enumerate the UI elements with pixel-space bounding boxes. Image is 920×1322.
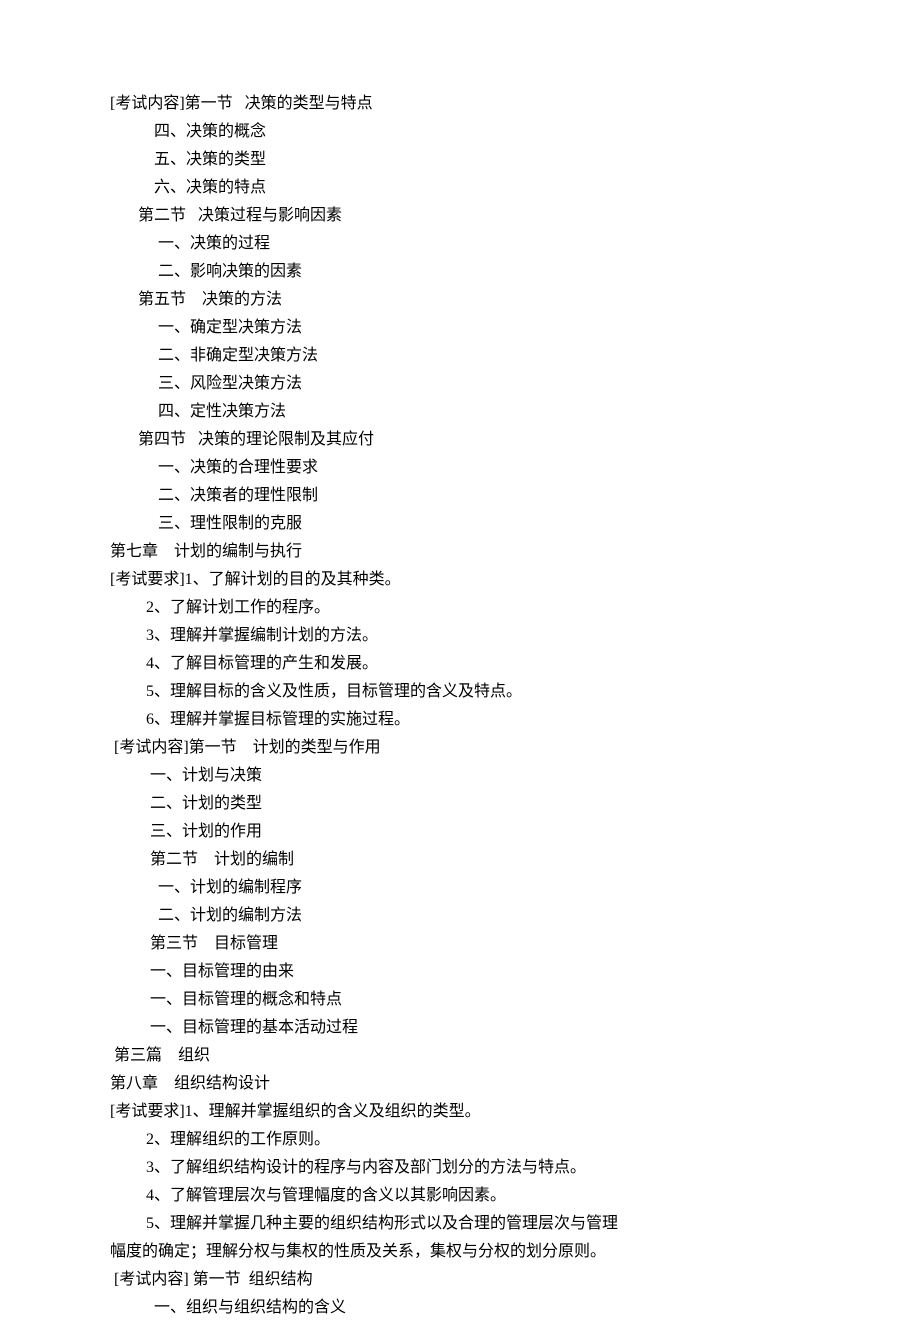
text-line: 5、理解目标的含义及性质，目标管理的含义及特点。: [110, 678, 810, 706]
text-line: [考试内容]第一节 决策的类型与特点: [110, 90, 810, 118]
text-line: 五、决策的类型: [110, 146, 810, 174]
text-line: 四、决策的概念: [110, 118, 810, 146]
text-line: 一、确定型决策方法: [110, 314, 810, 342]
text-line: 4、了解目标管理的产生和发展。: [110, 650, 810, 678]
text-line: 一、组织与组织结构的含义: [110, 1294, 810, 1322]
text-line: 一、目标管理的基本活动过程: [110, 1014, 810, 1042]
text-line: 一、计划的编制程序: [110, 874, 810, 902]
text-line: 第四节 决策的理论限制及其应付: [110, 426, 810, 454]
text-line: 第七章 计划的编制与执行: [110, 538, 810, 566]
document-page: [考试内容]第一节 决策的类型与特点 四、决策的概念 五、决策的类型 六、决策的…: [0, 0, 920, 1322]
text-line: 二、影响决策的因素: [110, 258, 810, 286]
text-line: 四、定性决策方法: [110, 398, 810, 426]
text-line: 第三篇 组织: [110, 1042, 810, 1070]
text-line: 第二节 计划的编制: [110, 846, 810, 874]
text-line: 6、理解并掌握目标管理的实施过程。: [110, 706, 810, 734]
text-line: [考试要求]1、了解计划的目的及其种类。: [110, 566, 810, 594]
text-line: 一、计划与决策: [110, 762, 810, 790]
text-line: 三、计划的作用: [110, 818, 810, 846]
text-line: 一、目标管理的由来: [110, 958, 810, 986]
text-line: [考试内容] 第一节 组织结构: [110, 1266, 810, 1294]
text-line: 三、风险型决策方法: [110, 370, 810, 398]
text-line: 第三节 目标管理: [110, 930, 810, 958]
text-line: 二、决策者的理性限制: [110, 482, 810, 510]
text-line: 六、决策的特点: [110, 174, 810, 202]
text-line: 幅度的确定；理解分权与集权的性质及关系，集权与分权的划分原则。: [110, 1238, 810, 1266]
text-line: 一、决策的过程: [110, 230, 810, 258]
text-line: 2、了解计划工作的程序。: [110, 594, 810, 622]
text-line: 一、决策的合理性要求: [110, 454, 810, 482]
text-line: 二、计划的编制方法: [110, 902, 810, 930]
text-line: 5、理解并掌握几种主要的组织结构形式以及合理的管理层次与管理: [110, 1210, 810, 1238]
text-line: 二、计划的类型: [110, 790, 810, 818]
text-line: 第八章 组织结构设计: [110, 1070, 810, 1098]
text-line: 第五节 决策的方法: [110, 286, 810, 314]
text-line: 4、了解管理层次与管理幅度的含义以其影响因素。: [110, 1182, 810, 1210]
text-line: 3、理解并掌握编制计划的方法。: [110, 622, 810, 650]
text-line: 2、理解组织的工作原则。: [110, 1126, 810, 1154]
text-line: [考试要求]1、理解并掌握组织的含义及组织的类型。: [110, 1098, 810, 1126]
text-line: 第二节 决策过程与影响因素: [110, 202, 810, 230]
text-line: [考试内容]第一节 计划的类型与作用: [110, 734, 810, 762]
text-line: 三、理性限制的克服: [110, 510, 810, 538]
text-line: 3、了解组织结构设计的程序与内容及部门划分的方法与特点。: [110, 1154, 810, 1182]
text-line: 一、目标管理的概念和特点: [110, 986, 810, 1014]
text-line: 二、非确定型决策方法: [110, 342, 810, 370]
